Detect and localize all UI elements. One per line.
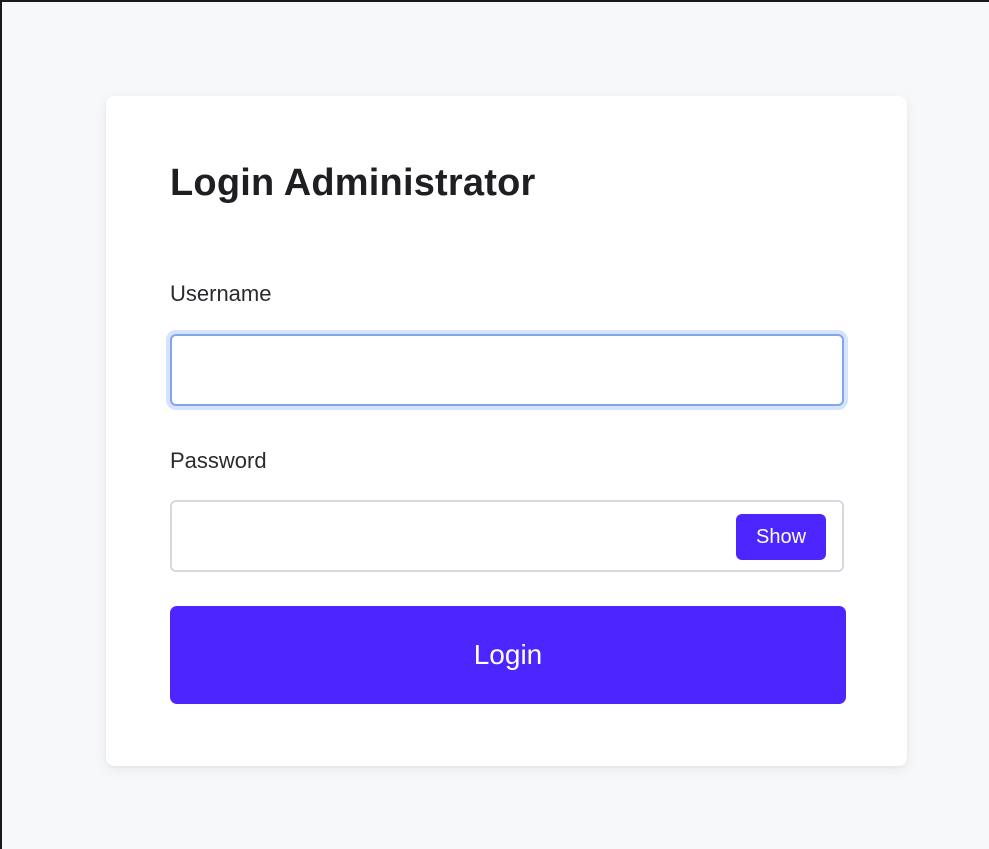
username-input[interactable] — [170, 334, 844, 406]
username-label: Username — [170, 281, 272, 306]
login-button[interactable]: Login — [170, 606, 846, 704]
page-title: Login Administrator — [170, 162, 536, 204]
show-password-button[interactable]: Show — [736, 514, 826, 560]
password-field-wrapper: Show — [170, 500, 844, 572]
login-card: Login Administrator Username Password Sh… — [106, 96, 907, 766]
password-label: Password — [170, 448, 267, 473]
